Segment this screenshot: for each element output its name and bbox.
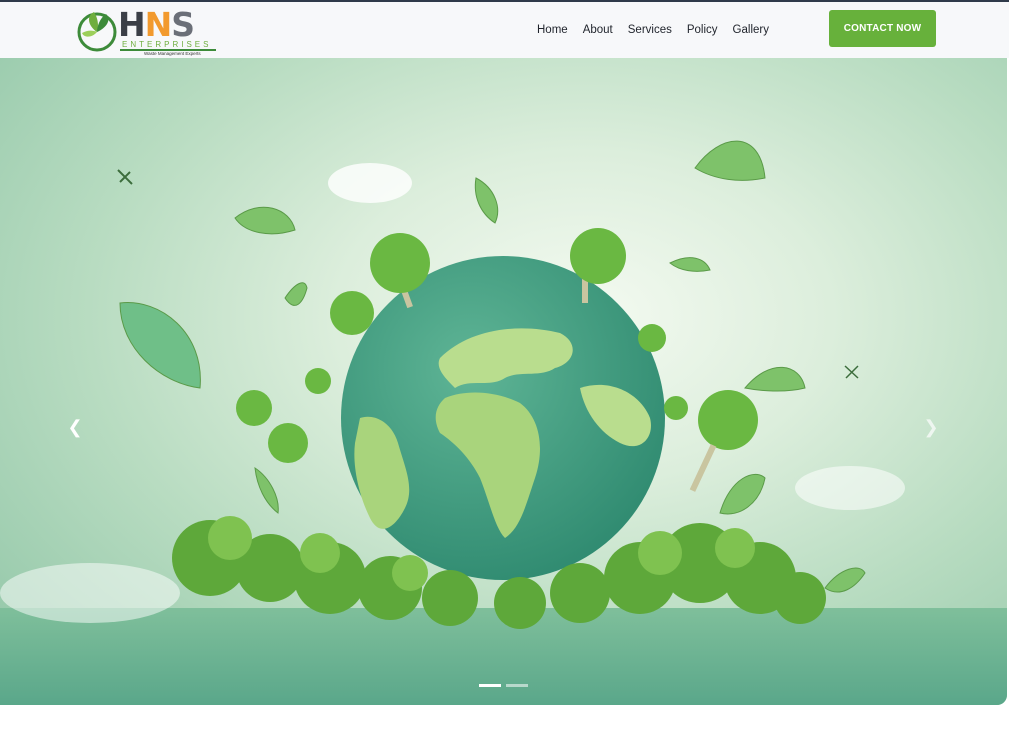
- nav-home[interactable]: Home: [537, 22, 568, 38]
- logo-wordmark: HNS: [118, 5, 195, 44]
- carousel-prev-button[interactable]: ❮: [64, 416, 86, 438]
- logo-letter-s: S: [171, 5, 195, 44]
- hero-globe-illustration: [0, 140, 905, 629]
- chevron-left-icon: ❮: [67, 416, 83, 437]
- carousel-indicator-1[interactable]: [479, 684, 501, 687]
- logo-tagline: Waste Management Experts: [144, 51, 201, 56]
- carousel-indicators: [479, 684, 528, 687]
- nav-gallery[interactable]: Gallery: [733, 22, 769, 38]
- main-nav: Home About Services Policy Gallery: [537, 22, 769, 38]
- carousel-next-button[interactable]: ❯: [920, 416, 942, 438]
- leaf-ring-icon: [77, 12, 117, 52]
- logo-letter-h: H: [118, 5, 146, 44]
- hero-carousel: ❮ ❯: [0, 58, 1007, 705]
- contact-now-button[interactable]: CONTACT NOW: [829, 10, 936, 47]
- nav-policy[interactable]: Policy: [687, 22, 718, 38]
- logo-letter-n: N: [144, 5, 173, 44]
- logo-subtitle: ENTERPRISES: [122, 40, 212, 49]
- nav-services[interactable]: Services: [628, 22, 672, 38]
- site-header: HNS ENTERPRISES Waste Management Experts…: [0, 2, 1009, 58]
- nav-about[interactable]: About: [583, 22, 613, 38]
- site-logo[interactable]: HNS ENTERPRISES Waste Management Experts: [74, 4, 220, 56]
- carousel-indicator-2[interactable]: [506, 684, 528, 687]
- chevron-right-icon: ❯: [923, 416, 939, 437]
